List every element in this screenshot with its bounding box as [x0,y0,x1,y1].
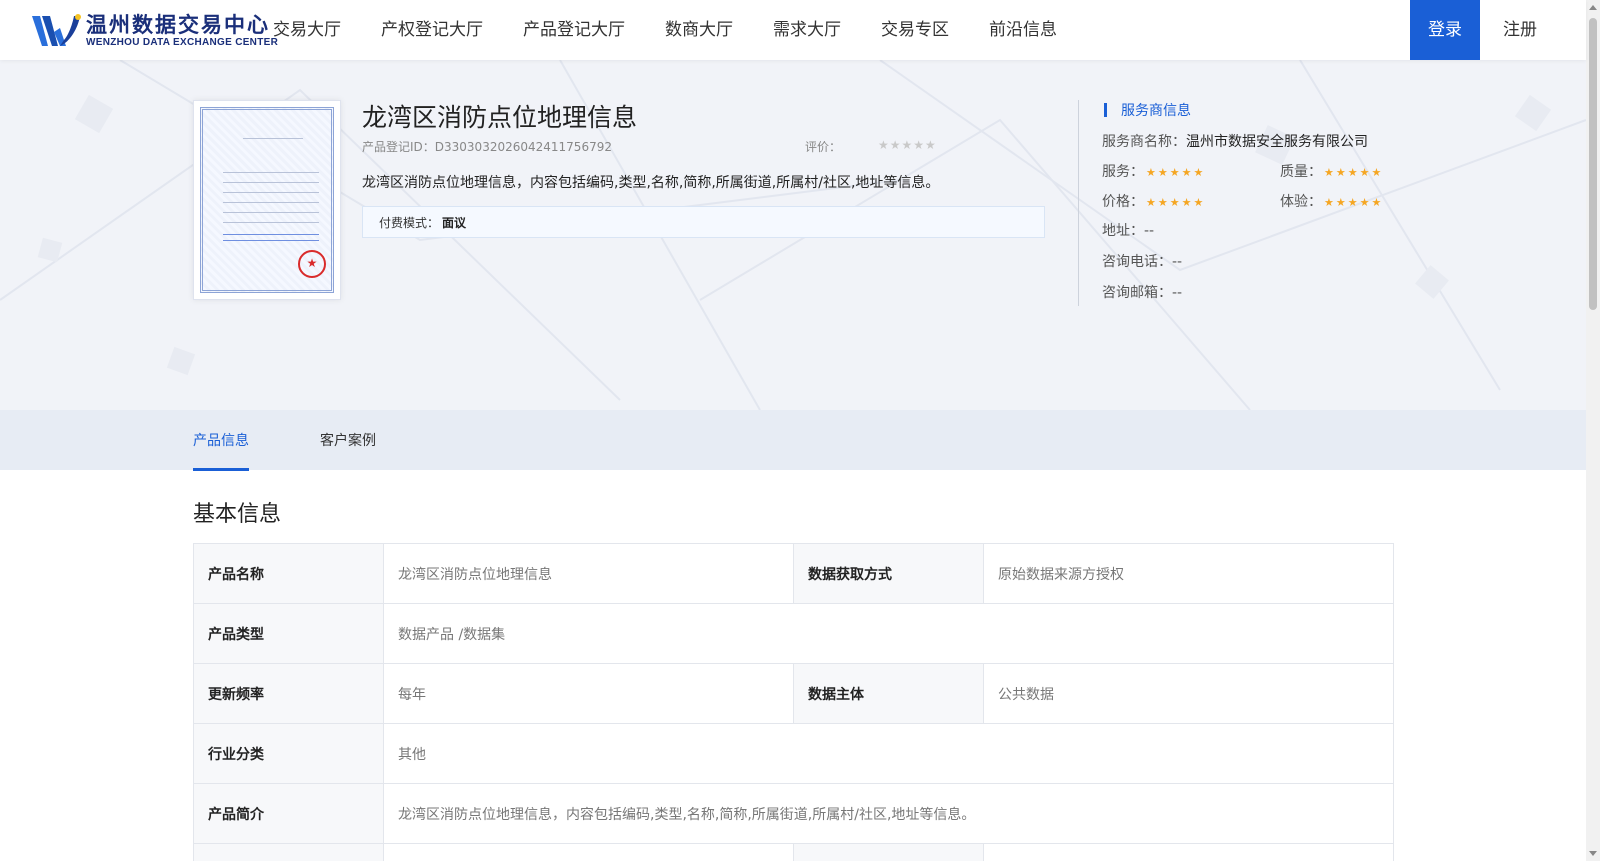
logo-en-text: WENZHOU DATA EXCHANGE CENTER [86,37,279,48]
certificate-line [223,172,319,173]
site-logo[interactable]: 温州数据交易中心 WENZHOU DATA EXCHANGE CENTER [30,12,278,50]
rating-experience-label: 体验： [1280,194,1322,210]
product-title: 龙湾区消防点位地理信息 [362,103,638,132]
payment-mode-value: 面议 [442,216,467,230]
field-value: 每年 [383,663,794,724]
table-row [193,843,1394,861]
payment-mode-label: 付费模式： [379,216,440,230]
detail-tabbar: 产品信息 客户案例 [0,410,1586,470]
rating-price-label: 价格： [1102,194,1144,210]
table-row: 产品简介 龙湾区消防点位地理信息，内容包括编码,类型,名称,简称,所属街道,所属… [193,783,1394,844]
provider-name: 服务商名称：温州市数据安全服务有限公司 [1102,131,1368,151]
field-label: 数据主体 [793,663,984,724]
basic-info-table: 产品名称 龙湾区消防点位地理信息 数据获取方式 原始数据来源方授权 产品类型 数… [193,543,1394,861]
field-value: 数据产品 /数据集 [383,603,1394,664]
provider-name-value: 温州市数据安全服务有限公司 [1186,134,1368,150]
field-value: 公共数据 [983,663,1394,724]
provider-email: 咨询邮箱：-- [1102,285,1183,301]
tab-product-info[interactable]: 产品信息 [193,430,249,450]
provider-rating-experience: 体验： ★★★★★ [1280,191,1383,211]
field-label: 行业分类 [193,723,384,784]
product-description: 龙湾区消防点位地理信息，内容包括编码,类型,名称,简称,所属街道,所属村/社区,… [362,175,940,191]
table-row: 更新频率 每年 数据主体 公共数据 [193,663,1394,724]
nav-item-trading-zone[interactable]: 交易专区 [881,0,949,60]
certificate-line [223,234,319,235]
scrollbar-thumb[interactable] [1589,18,1597,310]
certificate-line [223,182,319,183]
table-row: 行业分类 其他 [193,723,1394,784]
logo-cn-text: 温州数据交易中心 [86,13,270,37]
field-value: 原始数据来源方授权 [983,543,1394,604]
certificate-line [243,138,303,139]
field-label: 更新频率 [193,663,384,724]
table-row: 产品类型 数据产品 /数据集 [193,603,1394,664]
field-value [383,843,794,861]
rating-price-stars-icon: ★★★★★ [1146,196,1206,209]
rating-service-label: 服务： [1102,164,1144,180]
provider-rating-quality: 质量： ★★★★★ [1280,161,1383,181]
nav-item-product-registration[interactable]: 产品登记大厅 [523,0,625,60]
page-scrollbar[interactable] [1586,0,1600,861]
table-row: 产品名称 龙湾区消防点位地理信息 数据获取方式 原始数据来源方授权 [193,543,1394,604]
certificate-border [200,107,334,293]
rating-quality-stars-icon: ★★★★★ [1324,166,1384,179]
tab-customer-cases[interactable]: 客户案例 [320,430,376,450]
field-label [193,843,384,861]
payment-mode-box: 付费模式： 面议 [362,206,1045,238]
login-button[interactable]: 登录 [1410,0,1480,60]
field-value [983,843,1394,861]
field-value: 龙湾区消防点位地理信息 [383,543,794,604]
certificate-line [223,192,319,193]
product-certificate-image[interactable] [193,100,341,300]
field-value: 其他 [383,723,1394,784]
basic-info-title: 基本信息 [193,502,282,527]
field-label: 产品简介 [193,783,384,844]
site-header: 温州数据交易中心 WENZHOU DATA EXCHANGE CENTER 交易… [0,0,1586,60]
scroll-down-arrow-icon[interactable] [1589,851,1597,856]
field-value: 龙湾区消防点位地理信息，内容包括编码,类型,名称,简称,所属街道,所属村/社区,… [383,783,1394,844]
rating-label: 评价： [805,140,842,154]
provider-rating-service: 服务： ★★★★★ [1102,161,1205,181]
provider-section-title: 服务商信息 [1121,103,1191,119]
active-tab-indicator [193,468,249,471]
product-registration-id: 产品登记ID：D33030320260424117567​92 [362,140,612,154]
nav-item-trading-hall[interactable]: 交易大厅 [273,0,341,60]
certificate-line [223,222,319,223]
provider-name-label: 服务商名称： [1102,134,1186,150]
field-label: 产品名称 [193,543,384,604]
field-label: 产品类型 [193,603,384,664]
main-nav: 交易大厅 产权登记大厅 产品登记大厅 数商大厅 需求大厅 交易专区 前沿信息 [273,0,1097,60]
certificate-line [223,240,319,241]
rating-stars-icon: ★★★★★ [878,138,937,152]
nav-item-data-merchants[interactable]: 数商大厅 [665,0,733,60]
certificate-seal-icon [298,250,326,278]
nav-item-property-registration[interactable]: 产权登记大厅 [381,0,483,60]
certificate-line [223,212,319,213]
product-hero: 龙湾区消防点位地理信息 产品登记ID：D33030320260424117567… [0,60,1586,410]
hero-divider [1078,100,1079,306]
nav-item-frontier-info[interactable]: 前沿信息 [989,0,1057,60]
provider-phone: 咨询电话：-- [1102,254,1183,270]
nav-item-demand-hall[interactable]: 需求大厅 [773,0,841,60]
provider-title-accent [1104,103,1107,117]
scroll-up-arrow-icon[interactable] [1589,5,1597,10]
rating-quality-label: 质量： [1280,164,1322,180]
register-button[interactable]: 注册 [1480,0,1560,60]
provider-rating-price: 价格： ★★★★★ [1102,191,1205,211]
logo-text: 温州数据交易中心 WENZHOU DATA EXCHANGE CENTER [86,13,278,49]
logo-mark-icon [32,14,81,46]
rating-experience-stars-icon: ★★★★★ [1324,196,1384,209]
certificate-line [223,202,319,203]
provider-address: 地址：-- [1102,223,1155,239]
field-label: 数据获取方式 [793,543,984,604]
field-label [793,843,984,861]
rating-service-stars-icon: ★★★★★ [1146,166,1206,179]
